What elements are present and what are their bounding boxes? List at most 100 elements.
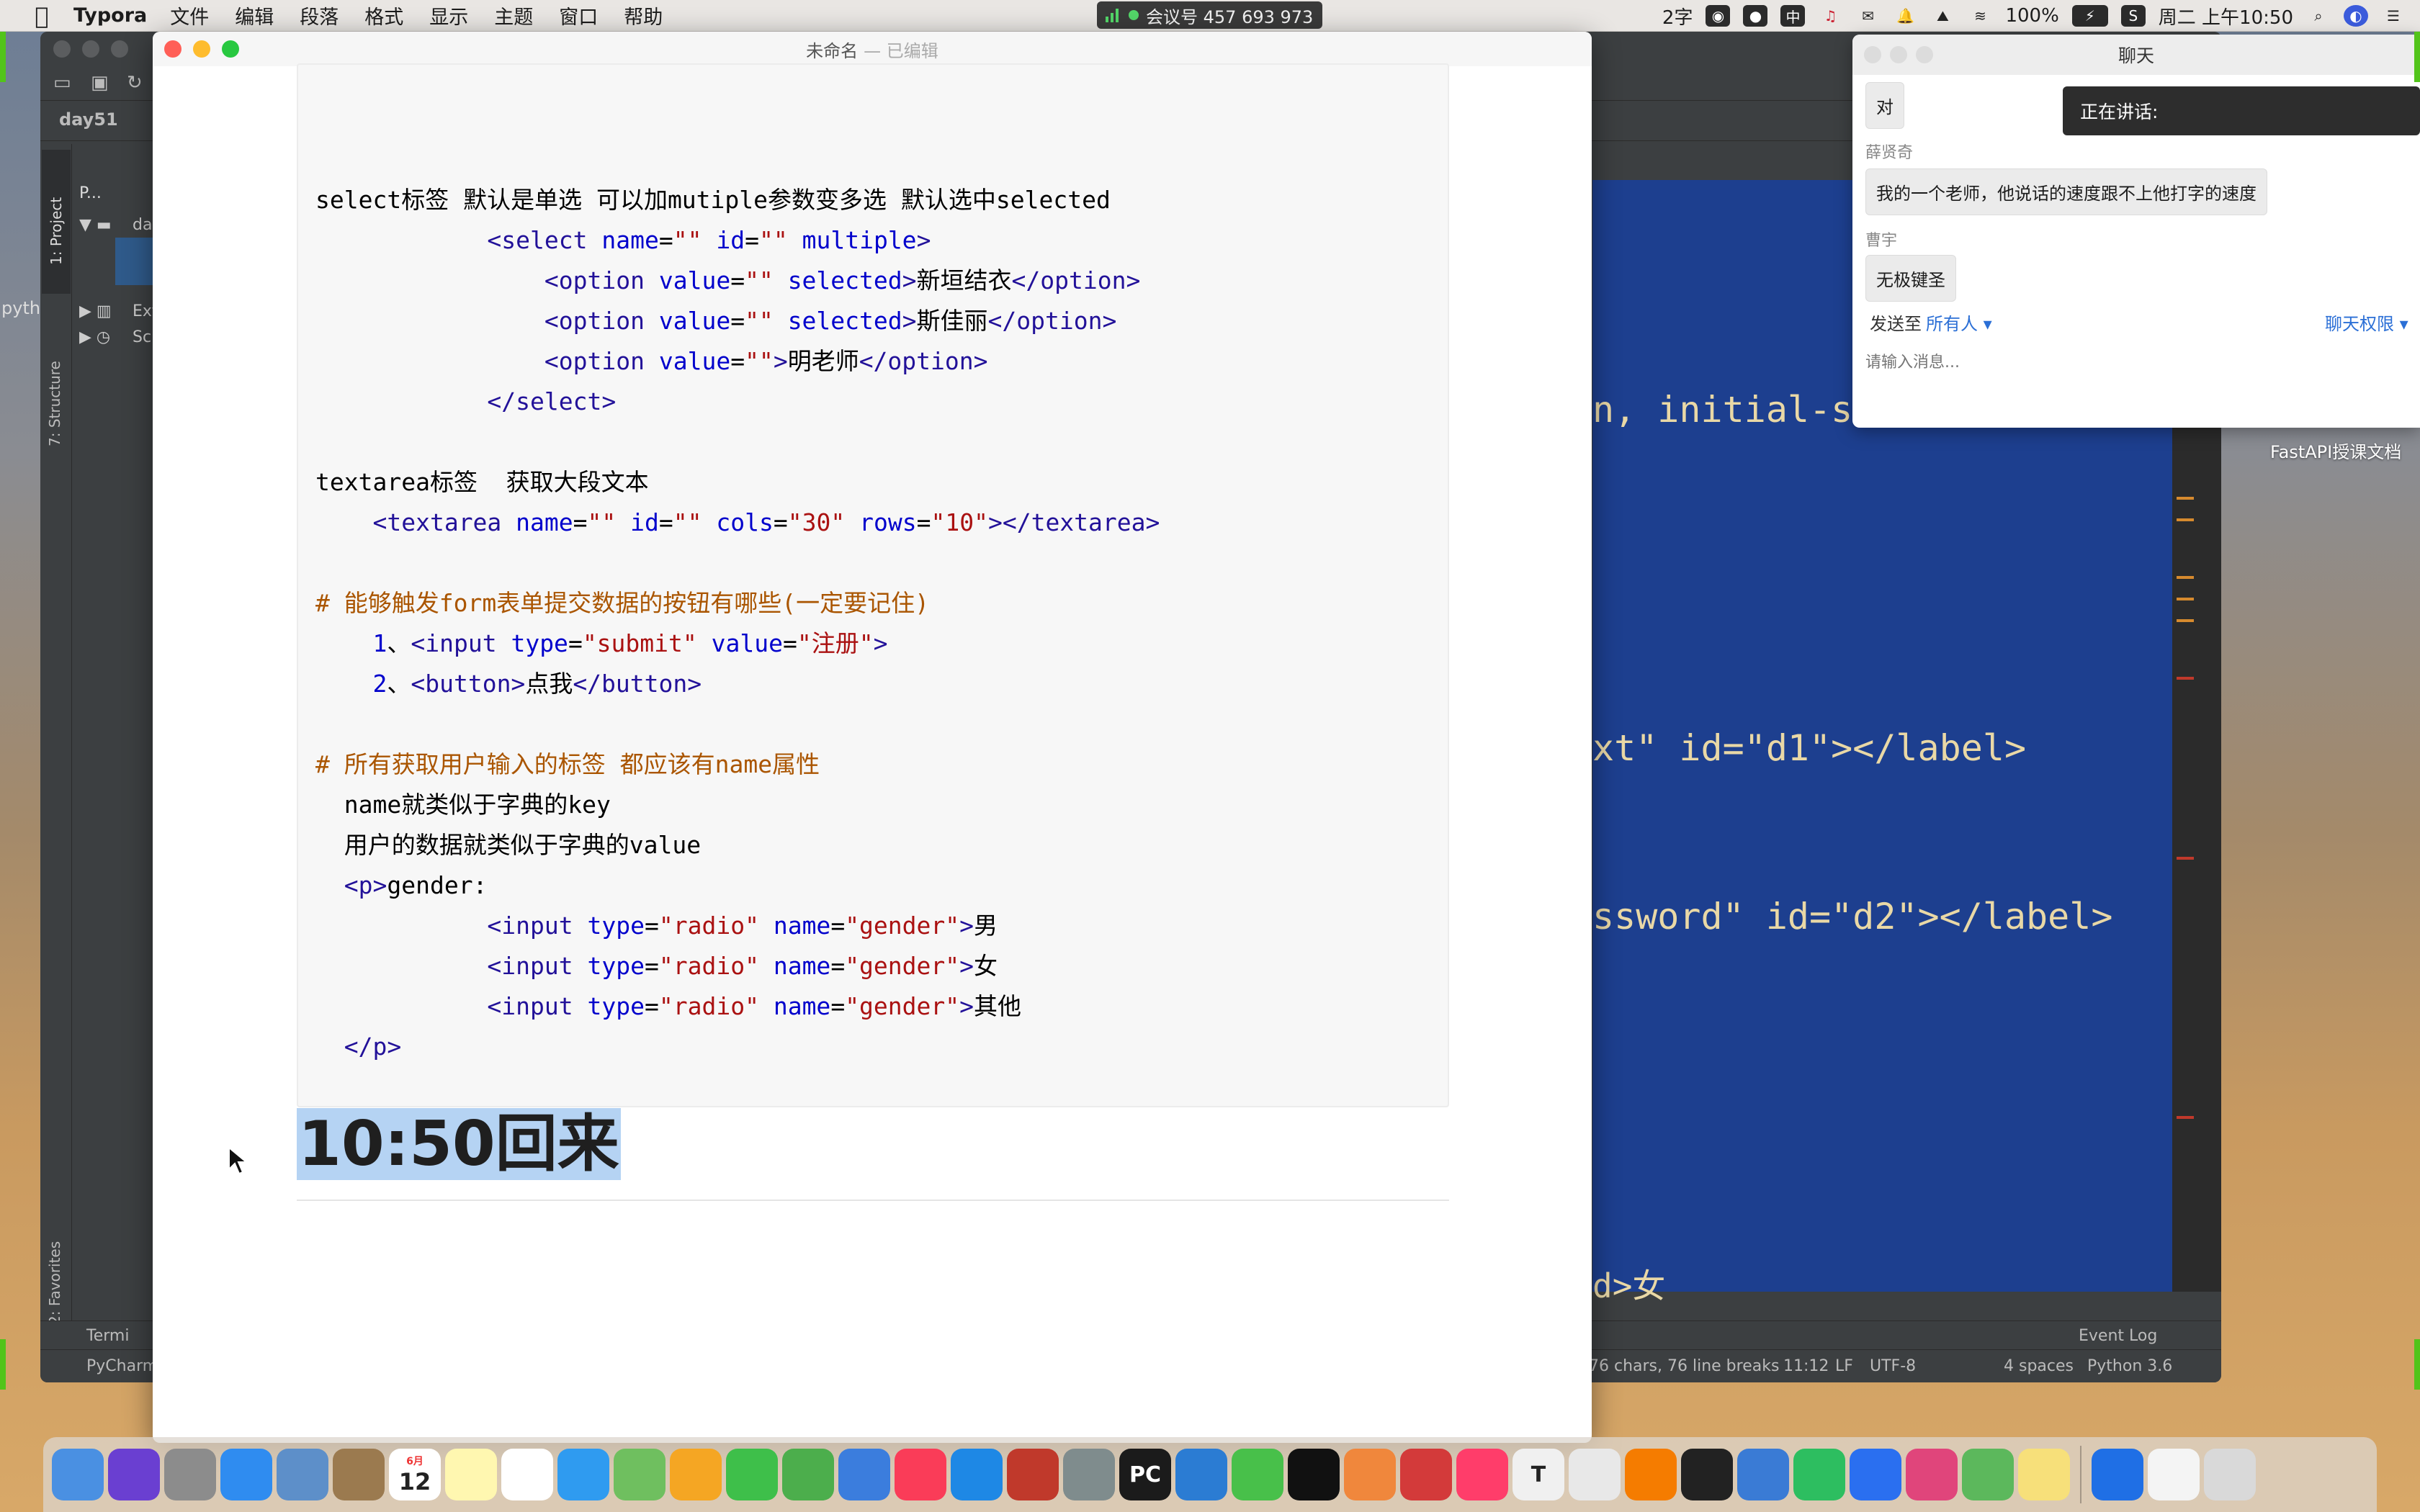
minimize-button[interactable] [82, 40, 99, 58]
menu-help[interactable]: 帮助 [624, 1, 663, 30]
status-caret-position[interactable]: 11:12 [1783, 1357, 1829, 1375]
code-line[interactable]: <input type="radio" name="gender">女 [315, 946, 998, 986]
notefile-icon[interactable] [333, 1449, 385, 1500]
paw-icon[interactable] [1344, 1449, 1396, 1500]
apple-menu-icon[interactable]:  [27, 1, 56, 30]
favorites-tool-label[interactable]: 2: Favorites [46, 1241, 63, 1325]
code-line[interactable]: <select name="" id="" multiple> [315, 220, 931, 261]
code-line[interactable]: 2、<button>点我</button> [315, 664, 702, 704]
code-line[interactable]: </select> [315, 382, 616, 422]
siri-status-icon[interactable]: ◐ [2344, 5, 2368, 27]
appstore-icon[interactable] [951, 1449, 1003, 1500]
word-count[interactable]: 2字 [1662, 3, 1693, 30]
wechat-status-icon[interactable]: ✉ [1855, 5, 1880, 27]
menu-edit[interactable]: 编辑 [235, 1, 274, 30]
minimize-button[interactable] [1890, 46, 1907, 63]
terminal-tab[interactable]: Termi [86, 1327, 129, 1345]
spotlight-search-icon[interactable]: ⌕ [2306, 5, 2331, 27]
status-indent[interactable]: 4 spaces [2004, 1357, 2074, 1375]
close-button[interactable] [53, 40, 71, 58]
facetime-icon[interactable] [726, 1449, 778, 1500]
status-interpreter[interactable]: Python 3.6 [2087, 1357, 2172, 1375]
thunder-icon[interactable] [1737, 1449, 1789, 1500]
status-line-separator[interactable]: LF [1835, 1357, 1853, 1375]
app-menu[interactable]: Typora [73, 4, 147, 27]
typora-icon[interactable]: T [1512, 1449, 1564, 1500]
siri-icon[interactable] [108, 1449, 160, 1500]
photo-booth-icon[interactable] [1906, 1449, 1958, 1500]
project-breadcrumb[interactable]: day51 [59, 109, 118, 130]
system-preferences-icon[interactable] [1063, 1449, 1115, 1500]
numbers-icon[interactable] [782, 1449, 834, 1500]
baidu-icon[interactable] [1850, 1449, 1901, 1500]
qq-icon[interactable] [1288, 1449, 1340, 1500]
code-line[interactable]: </p> [315, 1027, 401, 1067]
notification-bell-icon[interactable]: 🔔 [1893, 5, 1917, 27]
messages-icon[interactable] [557, 1449, 609, 1500]
menu-theme[interactable]: 主题 [494, 1, 533, 30]
close-button[interactable] [164, 40, 182, 58]
clock[interactable]: 周二 上午10:50 [2159, 3, 2293, 30]
code-line[interactable]: 用户的数据就类似于字典的value [315, 825, 701, 865]
code-line[interactable]: <option value="" selected>斯佳丽</option> [315, 301, 1116, 341]
send-to-dropdown[interactable]: 所有人 ▾ [1926, 310, 1992, 335]
terminal-icon[interactable] [1681, 1449, 1733, 1500]
chrome-icon[interactable] [1569, 1449, 1621, 1500]
event-log-tab[interactable]: Event Log [2079, 1327, 2157, 1345]
input-method-icon[interactable]: 中 [1780, 5, 1806, 27]
firefox-icon[interactable] [1625, 1449, 1677, 1500]
tencent-meeting-icon[interactable] [2092, 1449, 2143, 1500]
code-line[interactable]: name就类似于字典的key [315, 785, 611, 825]
finder-icon[interactable] [52, 1449, 104, 1500]
s-app-icon[interactable]: S [2120, 5, 2146, 27]
ev-icon[interactable] [1962, 1449, 2014, 1500]
menu-paragraph[interactable]: 段落 [300, 1, 339, 30]
notes-icon[interactable] [445, 1449, 497, 1500]
code-fence[interactable]: select标签 默认是单选 可以加mutiple参数变多选 默认选中selec… [297, 63, 1449, 1107]
status-app-icon[interactable]: ◉ [1706, 5, 1731, 27]
maps-icon[interactable] [614, 1449, 666, 1500]
evernote-icon[interactable] [1793, 1449, 1845, 1500]
wechat-icon[interactable] [1232, 1449, 1283, 1500]
code-line[interactable]: textarea标签 获取大段文本 [315, 462, 649, 503]
save-icon[interactable]: ▣ [91, 72, 109, 94]
photos-icon[interactable] [670, 1449, 722, 1500]
parallels-icon[interactable] [1007, 1449, 1059, 1500]
project-view-selector[interactable]: P... [79, 184, 102, 202]
code-line[interactable]: <input type="radio" name="gender">男 [315, 906, 998, 946]
menu-view[interactable]: 显示 [429, 1, 468, 30]
battery-percent[interactable]: 100% [2005, 5, 2058, 27]
calendar-icon[interactable]: 6月 12 [389, 1449, 441, 1500]
chat-permissions-dropdown[interactable]: 聊天权限 ▾ [2325, 310, 2408, 335]
music-icon[interactable] [895, 1449, 946, 1500]
menu-format[interactable]: 格式 [364, 1, 403, 30]
code-line[interactable]: <textarea name="" id="" cols="30" rows="… [315, 503, 1160, 543]
netease-status-icon[interactable]: ♫ [1818, 5, 1842, 27]
project-tool-tab[interactable]: 1: Project [42, 150, 71, 294]
microphone-icon[interactable]: ● [1743, 5, 1768, 27]
code-line[interactable]: <input type="radio" name="gender">其他 [315, 986, 1021, 1027]
heading-block[interactable]: 10:50回来 [297, 1104, 621, 1184]
close-button[interactable] [1864, 46, 1881, 63]
minimize-button[interactable] [193, 40, 210, 58]
menu-file[interactable]: 文件 [170, 1, 209, 30]
youku-icon[interactable] [1456, 1449, 1508, 1500]
safari-icon[interactable] [220, 1449, 272, 1500]
zoom-button[interactable] [222, 40, 239, 58]
netease-music-icon[interactable] [1400, 1449, 1452, 1500]
code-line[interactable]: # 能够触发form表单提交数据的按钮有哪些(一定要记住) [315, 583, 929, 624]
wifi-icon[interactable]: ≋ [1968, 5, 1992, 27]
keynote-icon[interactable] [838, 1449, 890, 1500]
zoom-button[interactable] [111, 40, 128, 58]
pycharm-icon[interactable]: PC [1119, 1449, 1171, 1500]
sync-icon[interactable]: ↻ [127, 72, 143, 94]
desktop-file-label[interactable]: FastAPI授课文档 [2270, 438, 2401, 463]
code-line[interactable]: 1、<input type="submit" value="注册"> [315, 624, 887, 664]
trash-icon[interactable] [2204, 1449, 2256, 1500]
launchpad-icon[interactable] [164, 1449, 216, 1500]
reminders-icon[interactable] [501, 1449, 553, 1500]
code-line[interactable]: # 所有获取用户输入的标签 都应该有name属性 [315, 744, 820, 785]
code-line[interactable]: select标签 默认是单选 可以加mutiple参数变多选 默认选中selec… [315, 180, 1111, 220]
code-line[interactable]: <option value="" selected>新垣结衣</option> [315, 261, 1140, 301]
tree-root-label[interactable]: da [133, 216, 152, 234]
